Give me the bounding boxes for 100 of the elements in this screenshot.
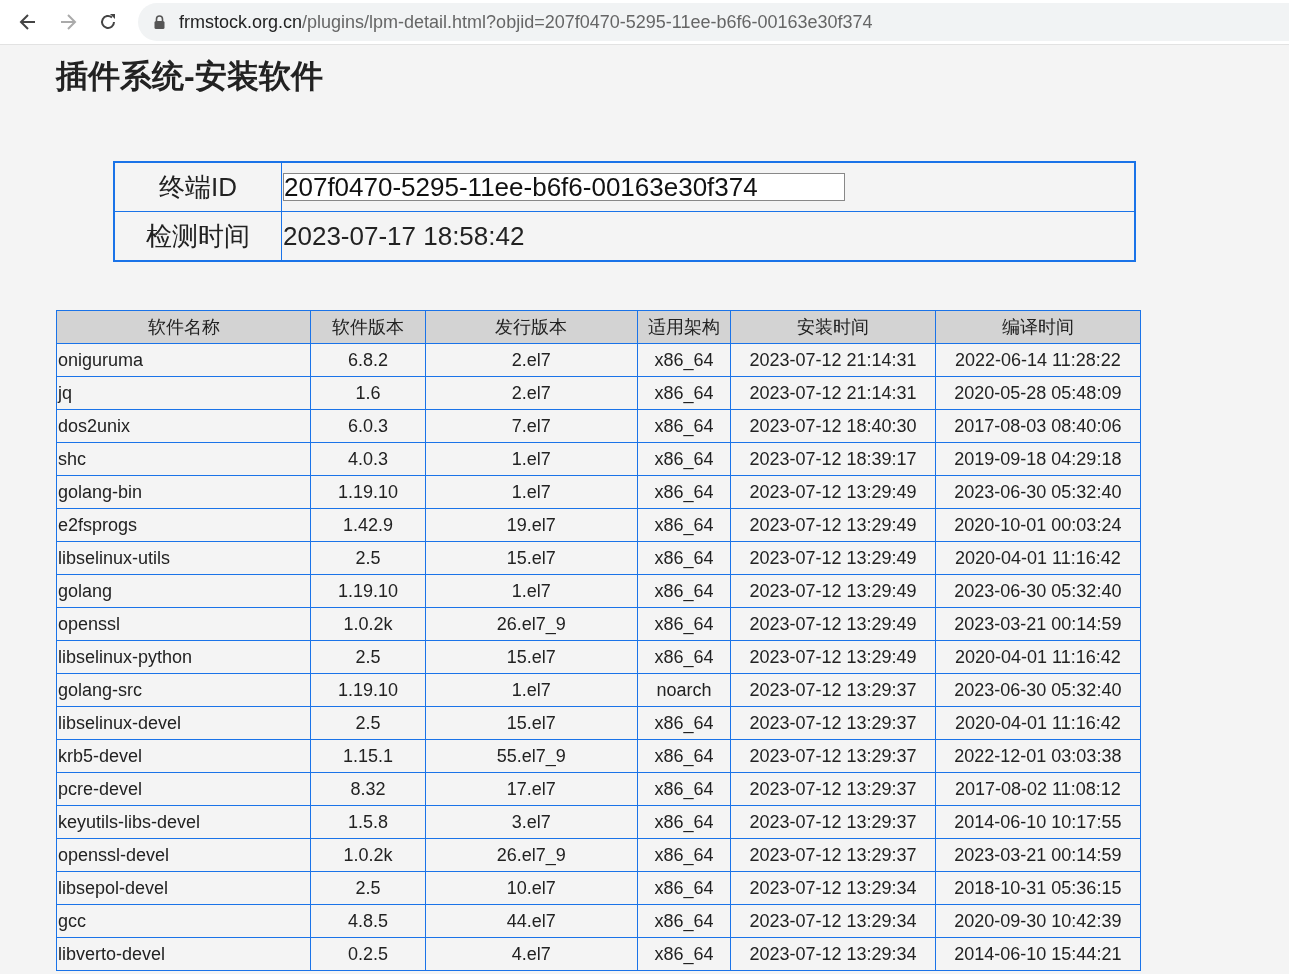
table-cell: gcc (56, 904, 311, 938)
table-cell: 3.el7 (425, 805, 638, 839)
table-cell: 2020-05-28 05:48:09 (935, 376, 1141, 410)
table-cell: 2.el7 (425, 376, 638, 410)
table-cell: 2.5 (310, 871, 426, 905)
table-cell: 2.5 (310, 640, 426, 674)
table-cell: 44.el7 (425, 904, 638, 938)
table-cell: 2023-07-12 13:29:49 (730, 574, 936, 608)
table-cell: 1.42.9 (310, 508, 426, 542)
table-cell: openssl-devel (56, 838, 311, 872)
table-cell: x86_64 (637, 640, 731, 674)
table-cell: 4.8.5 (310, 904, 426, 938)
table-cell: x86_64 (637, 838, 731, 872)
column-header: 发行版本 (425, 310, 638, 344)
table-cell: libselinux-devel (56, 706, 311, 740)
url-text: frmstock.org.cn/plugins/lpm-detail.html?objid=207f0470-5295-11ee-b6f6-00163e30f374 (179, 11, 873, 33)
table-cell: 2014-06-10 10:17:55 (935, 805, 1141, 839)
table-cell: 2023-07-12 13:29:49 (730, 607, 936, 641)
table-cell: x86_64 (637, 871, 731, 905)
table-cell: 7.el7 (425, 409, 638, 443)
table-cell: 2020-04-01 11:16:42 (935, 541, 1141, 575)
lock-icon (154, 15, 165, 29)
table-cell: 2023-07-12 13:29:37 (730, 772, 936, 806)
table-cell: krb5-devel (56, 739, 311, 773)
table-cell: 2023-03-21 00:14:59 (935, 607, 1141, 641)
table-cell: golang (56, 574, 311, 608)
table-cell: x86_64 (637, 706, 731, 740)
table-cell: 4.el7 (425, 937, 638, 971)
table-cell: 2023-07-12 13:29:37 (730, 706, 936, 740)
table-cell: 2.el7 (425, 343, 638, 377)
table-cell: jq (56, 376, 311, 410)
back-icon[interactable] (18, 12, 38, 32)
table-cell: 2023-07-12 13:29:34 (730, 871, 936, 905)
table-cell: 2023-06-30 05:32:40 (935, 673, 1141, 707)
table-cell: 1.el7 (425, 574, 638, 608)
table-cell: noarch (637, 673, 731, 707)
table-cell: dos2unix (56, 409, 311, 443)
table-cell: 1.el7 (425, 442, 638, 476)
table-cell: x86_64 (637, 442, 731, 476)
table-cell: x86_64 (637, 937, 731, 971)
table-cell: libselinux-python (56, 640, 311, 674)
terminal-id-field[interactable]: 207f0470-5295-11ee-b6f6-00163e30f374 (283, 173, 845, 201)
table-cell: 1.el7 (425, 475, 638, 509)
table-cell: 26.el7_9 (425, 838, 638, 872)
table-cell: 1.19.10 (310, 475, 426, 509)
table-cell: x86_64 (637, 574, 731, 608)
table-cell: 1.19.10 (310, 574, 426, 608)
table-cell: pcre-devel (56, 772, 311, 806)
table-cell: 2017-08-03 08:40:06 (935, 409, 1141, 443)
table-cell: 1.el7 (425, 673, 638, 707)
column-header: 安装时间 (730, 310, 936, 344)
table-cell: x86_64 (637, 739, 731, 773)
table-cell: 2022-06-14 11:28:22 (935, 343, 1141, 377)
table-cell: 2023-07-12 18:40:30 (730, 409, 936, 443)
page-title: 插件系统-安装软件 (54, 57, 324, 96)
table-cell: 4.0.3 (310, 442, 426, 476)
table-cell: 15.el7 (425, 541, 638, 575)
table-cell: 2.5 (310, 706, 426, 740)
table-cell: openssl (56, 607, 311, 641)
column-header: 软件版本 (310, 310, 426, 344)
table-cell: 2023-07-12 13:29:37 (730, 739, 936, 773)
table-cell: 2023-07-12 13:29:49 (730, 475, 936, 509)
table-cell: 2020-04-01 11:16:42 (935, 640, 1141, 674)
table-cell: oniguruma (56, 343, 311, 377)
table-cell: 0.2.5 (310, 937, 426, 971)
table-cell: 6.8.2 (310, 343, 426, 377)
table-cell: 17.el7 (425, 772, 638, 806)
table-cell: x86_64 (637, 607, 731, 641)
reload-icon[interactable] (98, 12, 118, 32)
table-cell: shc (56, 442, 311, 476)
table-cell: 2023-07-12 13:29:34 (730, 904, 936, 938)
table-cell: golang-bin (56, 475, 311, 509)
table-cell: 1.0.2k (310, 607, 426, 641)
table-cell: 2023-03-21 00:14:59 (935, 838, 1141, 872)
table-cell: 15.el7 (425, 640, 638, 674)
table-cell: 19.el7 (425, 508, 638, 542)
table-cell: 2023-06-30 05:32:40 (935, 574, 1141, 608)
column-header: 编译时间 (935, 310, 1141, 344)
table-cell: x86_64 (637, 541, 731, 575)
table-cell: 1.6 (310, 376, 426, 410)
address-bar[interactable]: frmstock.org.cn/plugins/lpm-detail.html?objid=207f0470-5295-11ee-b6f6-00163e30f374 (138, 3, 1289, 41)
table-cell: 6.0.3 (310, 409, 426, 443)
table-cell: 2023-07-12 13:29:37 (730, 673, 936, 707)
table-cell: 2019-09-18 04:29:18 (935, 442, 1141, 476)
table-cell: 2023-07-12 21:14:31 (730, 376, 936, 410)
table-cell: 2020-09-30 10:42:39 (935, 904, 1141, 938)
table-cell: 2017-08-02 11:08:12 (935, 772, 1141, 806)
table-cell: 2020-04-01 11:16:42 (935, 706, 1141, 740)
table-cell: 1.15.1 (310, 739, 426, 773)
table-cell: x86_64 (637, 343, 731, 377)
table-cell: 1.0.2k (310, 838, 426, 872)
table-cell: libsepol-devel (56, 871, 311, 905)
table-cell: 2014-06-10 15:44:21 (935, 937, 1141, 971)
table-cell: x86_64 (637, 475, 731, 509)
table-cell: 2023-07-12 13:29:49 (730, 508, 936, 542)
table-cell: 2020-10-01 00:03:24 (935, 508, 1141, 542)
table-cell: 55.el7_9 (425, 739, 638, 773)
table-cell: 1.19.10 (310, 673, 426, 707)
column-header: 适用架构 (637, 310, 731, 344)
table-cell: 8.32 (310, 772, 426, 806)
